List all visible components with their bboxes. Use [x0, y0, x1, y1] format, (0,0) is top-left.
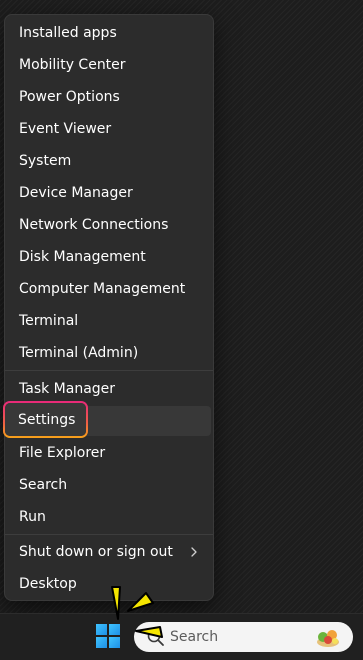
search-icon [147, 629, 164, 646]
menu-item-label: Power Options [19, 89, 120, 105]
menu-item-network-connections[interactable]: Network Connections [7, 210, 211, 240]
taskbar-search-box[interactable]: Search [134, 622, 353, 652]
menu-item-desktop[interactable]: Desktop [7, 569, 211, 599]
menu-item-run[interactable]: Run [7, 502, 211, 532]
menu-item-label: Desktop [19, 576, 77, 592]
menu-item-label: Terminal [19, 313, 79, 329]
menu-item-settings[interactable]: Settings [7, 406, 211, 436]
menu-item-disk-management[interactable]: Disk Management [7, 242, 211, 272]
menu-item-event-viewer[interactable]: Event Viewer [7, 114, 211, 144]
menu-item-computer-management[interactable]: Computer Management [7, 274, 211, 304]
windows-logo-icon [96, 624, 120, 648]
menu-separator [5, 370, 213, 371]
start-button[interactable] [90, 618, 126, 654]
menu-separator [5, 534, 213, 535]
search-highlight-icon [317, 630, 339, 647]
menu-item-system[interactable]: System [7, 146, 211, 176]
menu-item-power-options[interactable]: Power Options [7, 82, 211, 112]
menu-item-label: Settings [19, 413, 77, 429]
menu-item-label: Task Manager [19, 381, 116, 397]
menu-item-mobility-center[interactable]: Mobility Center [7, 50, 211, 80]
menu-item-label: Mobility Center [19, 57, 126, 73]
quick-link-menu: Installed apps Mobility Center Power Opt… [4, 14, 214, 601]
menu-item-label: Computer Management [19, 281, 186, 297]
menu-item-label: Shut down or sign out [19, 544, 173, 560]
menu-item-search[interactable]: Search [7, 470, 211, 500]
menu-item-task-manager[interactable]: Task Manager [7, 374, 211, 404]
menu-item-shut-down-or-sign-out[interactable]: Shut down or sign out [7, 537, 211, 567]
menu-item-file-explorer[interactable]: File Explorer [7, 438, 211, 468]
menu-item-label: Search [19, 477, 68, 493]
menu-item-label: System [19, 153, 72, 169]
menu-item-label: Device Manager [19, 185, 133, 201]
menu-item-label: Network Connections [19, 217, 169, 233]
menu-item-label: File Explorer [19, 445, 106, 461]
menu-item-device-manager[interactable]: Device Manager [7, 178, 211, 208]
menu-item-label: Run [19, 509, 46, 525]
menu-item-label: Event Viewer [19, 121, 112, 137]
menu-item-installed-apps[interactable]: Installed apps [7, 18, 211, 48]
chevron-right-icon [191, 547, 197, 557]
menu-item-label: Installed apps [19, 25, 117, 41]
search-placeholder: Search [170, 629, 219, 645]
menu-item-label: Disk Management [19, 249, 146, 265]
menu-item-terminal-admin[interactable]: Terminal (Admin) [7, 338, 211, 368]
menu-item-terminal[interactable]: Terminal [7, 306, 211, 336]
menu-item-label: Terminal (Admin) [19, 345, 139, 361]
